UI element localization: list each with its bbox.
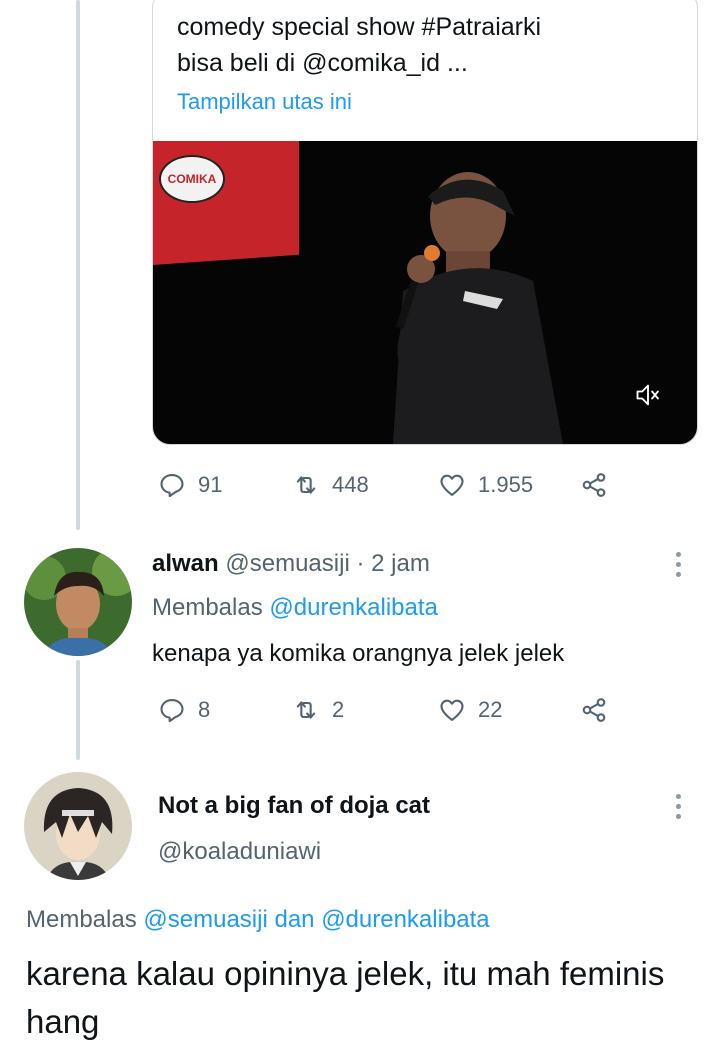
mention-link[interactable]: @durenkalibata: [321, 906, 489, 933]
mention-link[interactable]: @durenkalibata: [269, 594, 437, 621]
retweet-icon: [296, 476, 316, 494]
reply-icon: [160, 474, 184, 498]
share-action[interactable]: [580, 696, 620, 724]
reply-count: 91: [198, 472, 223, 497]
more-options-icon[interactable]: [676, 552, 682, 582]
avatar[interactable]: [24, 772, 132, 880]
retweet-count: 2: [332, 697, 345, 722]
video-player[interactable]: COMIKA: [153, 141, 697, 444]
handle[interactable]: @koaladuniawi: [158, 838, 321, 866]
like-count: 22: [478, 697, 503, 722]
avatar-photo: [24, 772, 132, 880]
like-count: 1.955: [478, 472, 534, 497]
speaker-muted-icon: [636, 384, 659, 406]
mute-button[interactable]: [625, 372, 671, 418]
share-icon: [582, 698, 606, 722]
conjunction: dan: [274, 906, 315, 933]
like-action[interactable]: 22: [438, 696, 502, 724]
heart-icon: [440, 474, 464, 496]
reply-header: alwan @semuasiji · 2 jam: [152, 550, 430, 578]
share-action[interactable]: [580, 471, 620, 499]
like-action[interactable]: 1.955: [438, 471, 533, 499]
more-options-icon[interactable]: [676, 794, 682, 824]
separator: ·: [356, 550, 365, 577]
retweet-count: 448: [332, 472, 369, 497]
retweet-action[interactable]: 448: [292, 471, 369, 499]
quoted-tweet-card[interactable]: comedy special show #Patraiarki bisa bel…: [152, 0, 698, 445]
reply-action[interactable]: 91: [158, 471, 222, 499]
heart-icon: [440, 699, 464, 721]
display-name[interactable]: Not a big fan of doja cat: [158, 792, 430, 820]
video-frame: [393, 172, 563, 444]
retweet-action[interactable]: 2: [292, 696, 344, 724]
show-thread-link[interactable]: Tampilkan utas ini: [177, 89, 352, 115]
tweet-text: kenapa ya komika orangnya jelek jelek: [152, 640, 565, 667]
share-icon: [582, 473, 606, 497]
reply-action[interactable]: 8: [158, 696, 210, 724]
reply-count: 8: [198, 697, 211, 722]
replying-prefix: Membalas: [152, 594, 263, 621]
thread-line: [76, 0, 80, 530]
avatar-photo: [24, 548, 132, 656]
handle[interactable]: @semuasiji: [225, 550, 349, 577]
reply-icon: [160, 699, 184, 723]
thread-line: [76, 660, 80, 760]
timestamp[interactable]: 2 jam: [371, 550, 430, 577]
replying-to: Membalas @semuasiji dan @durenkalibata: [26, 906, 490, 934]
replying-prefix: Membalas: [26, 906, 137, 933]
avatar[interactable]: [24, 548, 132, 656]
mention-link[interactable]: @semuasiji: [143, 906, 267, 933]
replying-to: Membalas @durenkalibata: [152, 594, 438, 622]
tweet-text: karena kalau opininya jelek, itu mah fem…: [26, 955, 665, 1040]
display-name[interactable]: alwan: [152, 550, 219, 577]
quoted-tweet-text: comedy special show #Patraiarki bisa bel…: [177, 13, 542, 77]
retweet-icon: [296, 701, 316, 719]
